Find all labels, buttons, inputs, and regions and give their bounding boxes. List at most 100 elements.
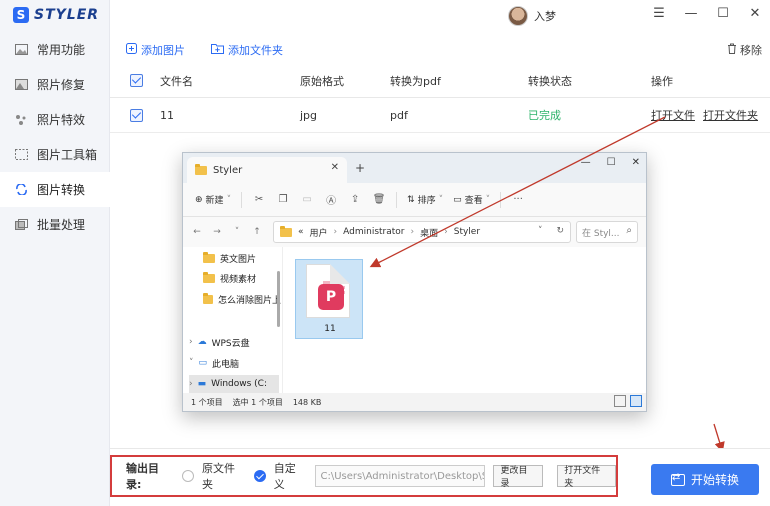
close-icon[interactable]: ✕: [746, 6, 764, 21]
sort-button[interactable]: ⇅ 排序 ˅: [407, 193, 443, 207]
tiles-view-icon[interactable]: [630, 395, 642, 407]
refresh-icon[interactable]: ↻: [556, 226, 564, 236]
remove-button[interactable]: 移除: [727, 42, 762, 58]
remove-label: 移除: [740, 44, 762, 57]
sidebar-item-common[interactable]: 常用功能: [0, 32, 110, 67]
share-icon[interactable]: ⇪: [348, 193, 362, 207]
output-path-input[interactable]: [314, 465, 486, 487]
crumb[interactable]: Styler: [454, 227, 480, 237]
file-toolbar: 添加图片 添加文件夹 移除: [110, 38, 770, 60]
chevron-down-icon: ˅: [226, 194, 232, 205]
view-button[interactable]: ▭ 查看 ˅: [453, 193, 490, 207]
open-folder-link[interactable]: 打开文件夹: [703, 107, 758, 123]
cut-icon[interactable]: ✂: [252, 193, 266, 207]
menu-icon[interactable]: ☰: [650, 6, 668, 21]
sidebar-nav: 常用功能 照片修复 照片特效 图片工具箱 图片转换 批量处理: [0, 32, 110, 242]
chevron-right-icon: ›: [444, 227, 448, 237]
explorer-nav-pane: 英文图片 视频素材 怎么消除图片上 › ☁ WPS云盘 ˅ ▭ 此电脑 › ▬ Window…: [183, 247, 283, 395]
checkbox-icon: [130, 74, 143, 87]
add-image-button[interactable]: 添加图片: [126, 42, 185, 58]
details-view-icon[interactable]: [614, 395, 626, 407]
minimize-icon[interactable]: —: [581, 157, 591, 168]
folder-icon: [195, 163, 207, 175]
select-all-checkbox[interactable]: [130, 64, 143, 97]
radio-original-folder[interactable]: [182, 470, 195, 482]
file-item[interactable]: P 11: [295, 259, 363, 339]
batch-icon: [15, 219, 28, 230]
rename-icon[interactable]: Ⓐ: [324, 193, 338, 207]
paste-icon[interactable]: ▭: [300, 193, 314, 207]
sidebar-item-photo-effects[interactable]: 照片特效: [0, 102, 110, 137]
up-icon[interactable]: ↑: [251, 227, 263, 237]
sidebar-item-label: 图片工具箱: [37, 148, 98, 162]
pdf-badge-icon: P: [318, 284, 344, 310]
explorer-command-bar: ⊕ 新建 ˅ ✂ ❐ ▭ Ⓐ ⇪ 🗑 ⇅ 排序 ˅ ▭ 查看 ˅ ···: [183, 183, 646, 217]
sidebar-item-convert[interactable]: 图片转换: [0, 172, 110, 207]
crumb[interactable]: 桌面: [420, 226, 438, 239]
explorer-status-bar: 1 个项目 选中 1 个项目 148 KB: [183, 393, 646, 411]
sidebar-item-toolbox[interactable]: 图片工具箱: [0, 137, 110, 172]
nav-item-drive-c[interactable]: › ▬ Windows (C:: [189, 375, 279, 393]
user-name: 入梦: [534, 10, 556, 23]
search-input[interactable]: 在 Styl... ⌕: [576, 221, 638, 243]
header-src-format: 原始格式: [300, 74, 344, 88]
open-file-link[interactable]: 打开文件: [651, 107, 695, 123]
file-name: 11: [324, 324, 336, 334]
photo-repair-icon: [15, 79, 28, 90]
sidebar-item-label: 批量处理: [37, 218, 86, 232]
user-profile[interactable]: 入梦: [508, 6, 556, 26]
nav-scrollbar[interactable]: [277, 271, 280, 327]
sidebar-item-batch[interactable]: 批量处理: [0, 207, 110, 242]
nav-item-folder[interactable]: 英文图片: [203, 249, 256, 267]
new-button[interactable]: ⊕ 新建 ˅: [195, 193, 232, 207]
header-target: 转换为pdf: [390, 74, 441, 88]
convert-icon: [15, 184, 28, 195]
nav-item-folder[interactable]: 怎么消除图片上: [203, 290, 281, 308]
back-icon[interactable]: ←: [191, 227, 203, 237]
start-label: 开始转换: [690, 473, 739, 487]
tab-close-icon[interactable]: ✕: [331, 162, 339, 173]
start-convert-button[interactable]: 开始转换: [651, 464, 759, 495]
nav-item-folder[interactable]: 视频素材: [203, 269, 256, 287]
radio-custom-folder[interactable]: [253, 470, 266, 482]
nav-item-wps-cloud[interactable]: › ☁ WPS云盘: [189, 333, 250, 351]
add-image-label: 添加图片: [141, 44, 185, 57]
change-directory-button[interactable]: 更改目录: [493, 465, 544, 489]
nav-label: WPS云盘: [211, 338, 250, 349]
row-status: 已完成: [528, 109, 561, 122]
delete-icon[interactable]: 🗑: [372, 193, 386, 207]
close-icon[interactable]: ✕: [632, 157, 640, 168]
nav-label: 怎么消除图片上: [217, 295, 281, 306]
folder-icon: [203, 251, 215, 263]
row-filename: 11: [160, 108, 174, 122]
sort-label: 排序: [417, 196, 436, 206]
explorer-body: 英文图片 视频素材 怎么消除图片上 › ☁ WPS云盘 ˅ ▭ 此电脑 › ▬ Window…: [183, 247, 646, 395]
convert-icon: [670, 472, 685, 486]
row-actions: 打开文件 打开文件夹: [651, 98, 766, 132]
chevron-down-icon[interactable]: ˅: [231, 227, 243, 237]
sort-icon: ⇅: [407, 194, 415, 205]
folder-icon: [203, 271, 215, 283]
forward-icon[interactable]: →: [211, 227, 223, 237]
header-status: 转换状态: [528, 74, 572, 88]
address-input[interactable]: « 用户 › Administrator › 桌面 › Styler ˅ ↻: [273, 221, 571, 243]
minimize-icon[interactable]: —: [682, 6, 700, 21]
chevron-down-icon: ˅: [189, 358, 194, 368]
sidebar-item-photo-repair[interactable]: 照片修复: [0, 67, 110, 102]
chevron-down-icon[interactable]: ˅: [538, 226, 543, 236]
nav-item-this-pc[interactable]: ˅ ▭ 此电脑: [189, 354, 239, 372]
add-folder-button[interactable]: 添加文件夹: [211, 42, 283, 58]
new-tab-icon[interactable]: +: [355, 161, 365, 175]
divider: [396, 191, 398, 208]
copy-icon[interactable]: ❐: [276, 193, 290, 207]
crumb[interactable]: 用户: [310, 226, 328, 239]
crumb[interactable]: Administrator: [343, 227, 404, 237]
sidebar-item-label: 图片转换: [37, 183, 86, 197]
maximize-icon[interactable]: ☐: [607, 157, 616, 168]
more-icon[interactable]: ···: [511, 193, 525, 207]
row-checkbox[interactable]: [130, 98, 143, 132]
view-icon: ▭: [453, 194, 462, 205]
maximize-icon[interactable]: ☐: [714, 6, 732, 21]
open-output-folder-button[interactable]: 打开文件夹: [557, 465, 616, 489]
explorer-tab[interactable]: Styler ✕: [187, 157, 347, 183]
